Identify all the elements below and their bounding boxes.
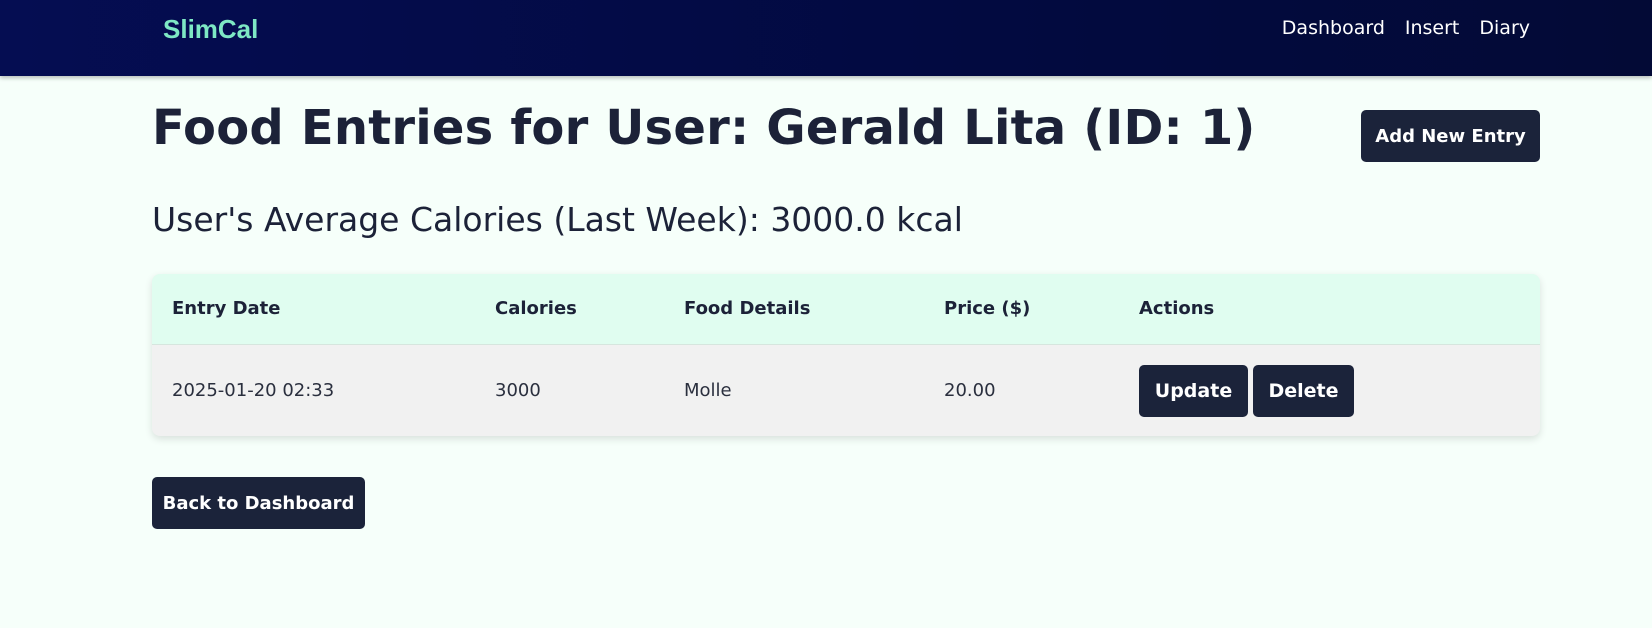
header-price: Price ($)	[944, 298, 1031, 319]
nav-links: Dashboard Insert Diary	[1282, 17, 1530, 39]
table-header: Entry Date Calories Food Details Price (…	[152, 274, 1540, 345]
nav-link-insert[interactable]: Insert	[1405, 17, 1460, 39]
header-food-details: Food Details	[684, 298, 811, 319]
page-title: Food Entries for User: Gerald Lita (ID: …	[152, 100, 1256, 156]
add-new-entry-button[interactable]: Add New Entry	[1361, 110, 1540, 162]
table-row: 2025-01-20 02:33 3000 Molle 20.00 Update…	[152, 345, 1540, 436]
row-actions: Update Delete	[1139, 365, 1354, 417]
food-entries-table: Entry Date Calories Food Details Price (…	[152, 274, 1540, 436]
header-calories: Calories	[495, 298, 577, 319]
delete-button[interactable]: Delete	[1253, 365, 1354, 417]
nav-link-dashboard[interactable]: Dashboard	[1282, 17, 1385, 39]
navbar: SlimCal Dashboard Insert Diary	[0, 0, 1652, 76]
nav-link-diary[interactable]: Diary	[1479, 17, 1530, 39]
cell-food-details: Molle	[684, 380, 732, 401]
header-actions: Actions	[1139, 298, 1215, 319]
cell-entry-date: 2025-01-20 02:33	[172, 380, 335, 401]
update-button[interactable]: Update	[1139, 365, 1248, 417]
cell-calories: 3000	[495, 380, 541, 401]
back-to-dashboard-button[interactable]: Back to Dashboard	[152, 477, 365, 529]
header-entry-date: Entry Date	[172, 298, 281, 319]
brand-logo[interactable]: SlimCal	[163, 14, 258, 45]
average-calories-heading: User's Average Calories (Last Week): 300…	[152, 200, 963, 239]
cell-price: 20.00	[944, 380, 996, 401]
